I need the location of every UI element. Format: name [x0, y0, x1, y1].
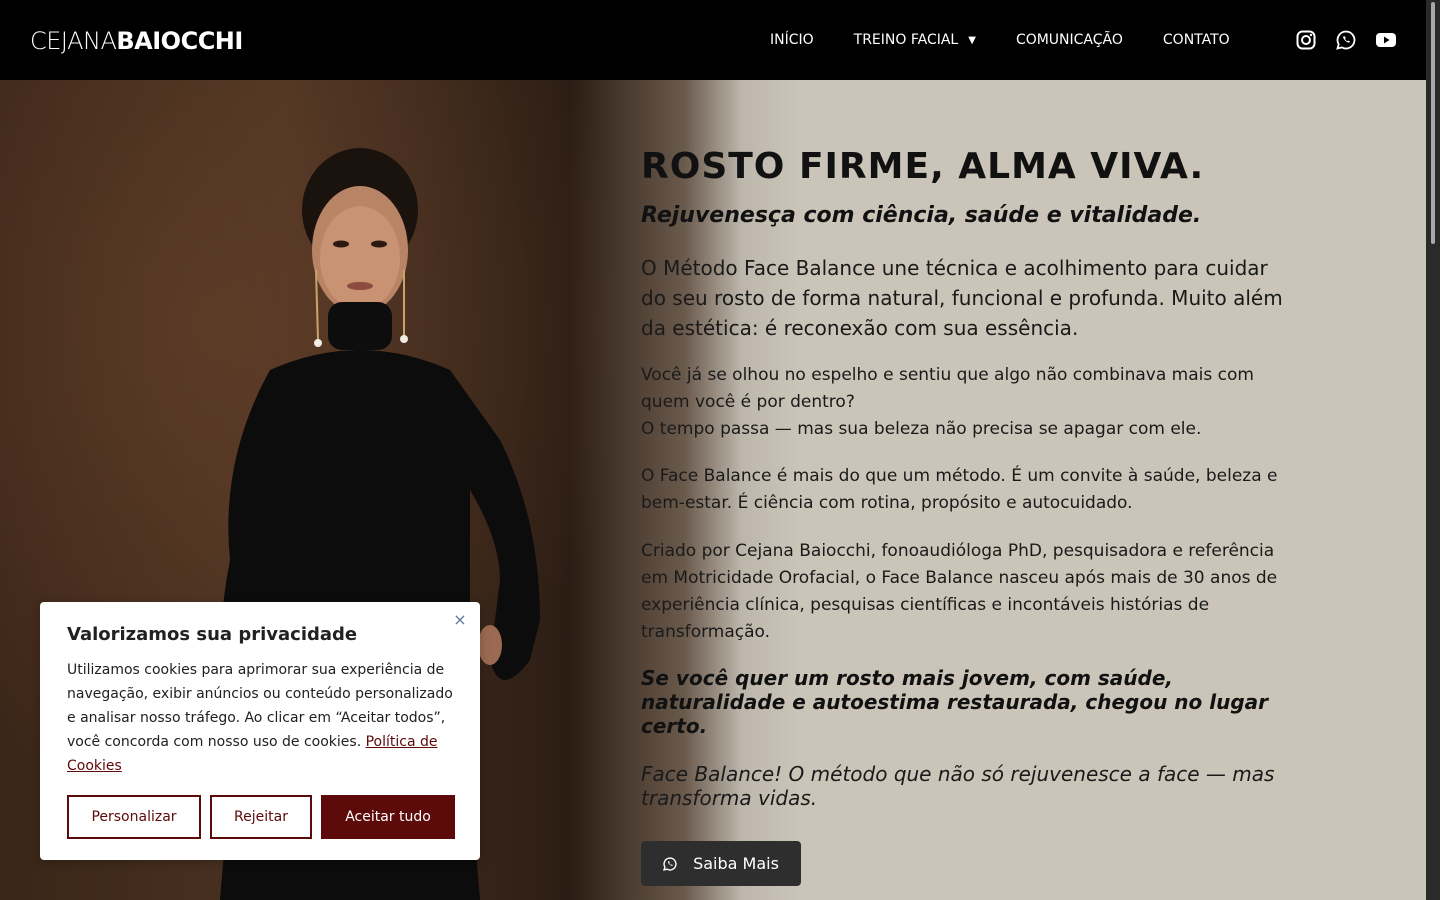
site-header: CEJANABAIOCCHI INÍCIO TREINO FACIAL ▼ CO…: [0, 0, 1426, 80]
highlight-text: Se você quer um rosto mais jovem, com sa…: [641, 666, 1268, 738]
instagram-icon[interactable]: [1296, 28, 1316, 52]
cookie-text: Utilizamos cookies para aprimorar sua ex…: [67, 658, 462, 778]
paragraph-mirror: Você já se olhou no espelho e sentiu que…: [641, 362, 1291, 443]
hero-subtitle: Rejuvenesça com ciência, saúde e vitalid…: [641, 203, 1202, 228]
cookie-actions: Personalizar Rejeitar Aceitar tudo: [67, 795, 455, 839]
logo-first-name: CEJANA: [30, 27, 117, 55]
nav-label: COMUNICAÇÃO: [1015, 32, 1123, 48]
cookie-title: Valorizamos sua privacidade: [67, 624, 358, 645]
close-icon[interactable]: ×: [452, 612, 468, 628]
whatsapp-icon: [663, 856, 677, 871]
button-label: Saiba Mais: [693, 854, 779, 873]
hero-intro: O Método Face Balance une técnica e acol…: [641, 256, 1283, 340]
accept-all-button[interactable]: Aceitar tudo: [321, 795, 455, 839]
youtube-icon[interactable]: [1376, 28, 1396, 52]
paragraph-method: O Face Balance é mais do que um método. …: [641, 466, 1278, 513]
nav-item-contato[interactable]: CONTATO: [1163, 32, 1230, 48]
nav-label: INÍCIO: [770, 32, 814, 48]
social-links: [1296, 28, 1396, 52]
cookie-consent-dialog: × Valorizamos sua privacidade Utilizamos…: [40, 602, 480, 860]
caret-down-icon: ▼: [968, 34, 976, 46]
reject-button[interactable]: Rejeitar: [210, 795, 312, 839]
main-nav: INÍCIO TREINO FACIAL ▼ COMUNICAÇÃO CONTA…: [770, 0, 1270, 80]
paragraph-line: Você já se olhou no espelho e sentiu que…: [641, 365, 1254, 412]
saiba-mais-button[interactable]: Saiba Mais: [641, 841, 801, 886]
page-scrollbar[interactable]: [1426, 0, 1440, 900]
nav-item-treino-facial[interactable]: TREINO FACIAL ▼: [854, 32, 976, 48]
hero-title: ROSTO FIRME, ALMA VIVA.: [641, 146, 1205, 187]
site-logo[interactable]: CEJANABAIOCCHI: [30, 27, 243, 55]
nav-label: CONTATO: [1162, 32, 1230, 48]
logo-last-name: BAIOCCHI: [116, 27, 243, 55]
scrollbar-thumb[interactable]: [1431, 2, 1435, 244]
whatsapp-icon[interactable]: [1336, 28, 1356, 52]
paragraph-line: O tempo passa — mas sua beleza não preci…: [641, 419, 1202, 439]
tagline-text: Face Balance! O método que não só rejuve…: [641, 762, 1275, 810]
nav-item-inicio[interactable]: INÍCIO: [770, 32, 814, 48]
nav-label: TREINO FACIAL: [853, 32, 959, 48]
nav-item-comunicacao[interactable]: COMUNICAÇÃO: [1016, 32, 1123, 48]
customize-button[interactable]: Personalizar: [67, 795, 201, 839]
paragraph-creator: Criado por Cejana Baiocchi, fonoaudiólog…: [641, 541, 1278, 642]
